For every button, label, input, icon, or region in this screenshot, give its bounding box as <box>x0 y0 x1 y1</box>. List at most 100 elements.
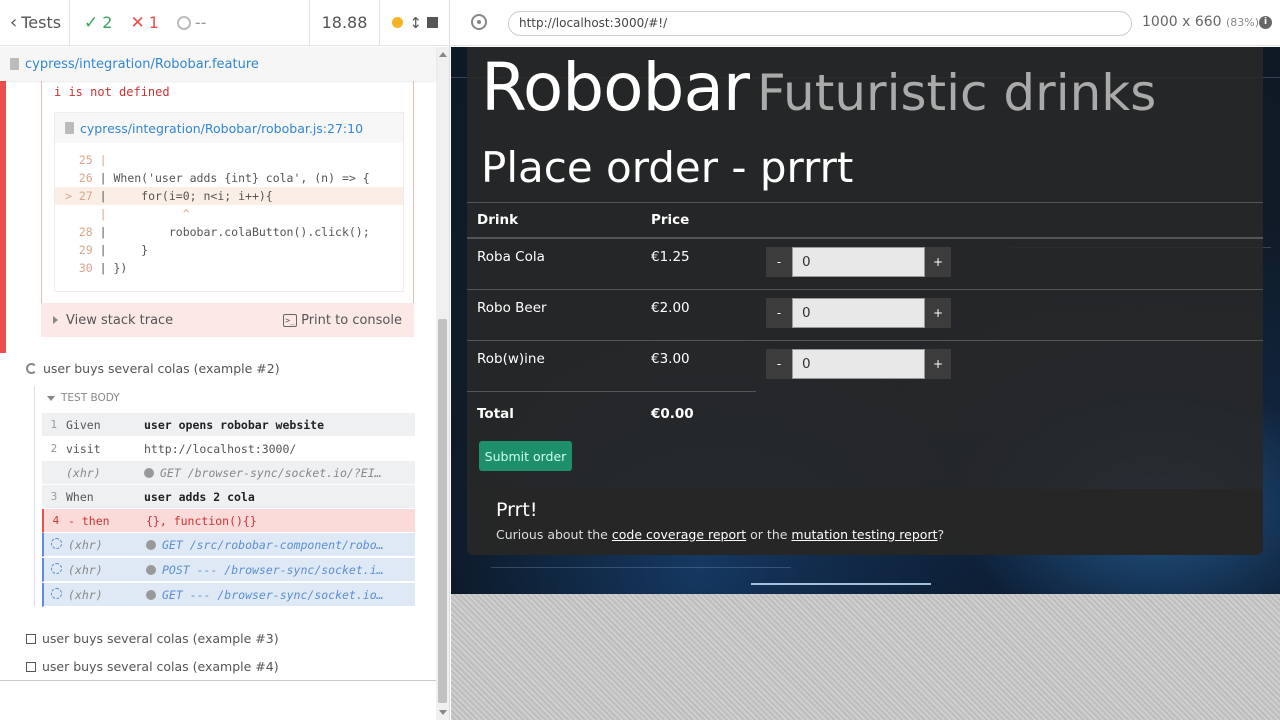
command-row-failed[interactable]: 4 - then {}, function(){} <box>42 509 415 533</box>
status-dot-icon <box>392 17 404 28</box>
command-row-xhr[interactable]: (xhr) GET /browser-sync/socket.io/?EI… <box>42 461 415 485</box>
test-body-toggle[interactable]: TEST BODY <box>47 392 120 404</box>
coverage-report-link[interactable]: code coverage report <box>612 527 746 542</box>
command-row-xhr-pending[interactable]: (xhr) POST --- /browser-sync/socket.i… <box>42 558 415 582</box>
mutation-report-link[interactable]: mutation testing report <box>791 527 937 542</box>
code-line: 25 | <box>65 153 114 167</box>
scrollbar-thumb[interactable] <box>438 319 447 703</box>
print-to-console-button[interactable]: >_ Print to console <box>283 313 402 328</box>
scroll-arrows-icon: ↕ <box>409 13 422 32</box>
selector-playground-icon[interactable] <box>471 14 487 30</box>
scroll-up-icon[interactable] <box>439 52 447 57</box>
test-body: TEST BODY 1 Given user opens robobar web… <box>34 386 415 607</box>
footer-text: Curious about the code coverage report o… <box>496 527 945 542</box>
command-row[interactable]: 2 visit http://localhost:3000/ <box>42 437 415 461</box>
scroll-down-icon[interactable] <box>439 710 447 715</box>
stop-icon[interactable] <box>426 17 438 28</box>
reporter-body: i is not defined cypress/integration/Rob… <box>0 81 436 681</box>
quantity-stepper: - 0 + <box>766 348 1262 379</box>
xhr-status-dot-icon <box>146 565 156 575</box>
test-title-pending[interactable]: user buys several colas (example #4) <box>26 659 279 674</box>
tests-button[interactable]: ‹ Tests <box>0 0 70 46</box>
run-duration: 18.88 <box>310 0 380 46</box>
quantity-stepper: - 0 + <box>766 247 1262 277</box>
circuit-line <box>491 567 791 568</box>
col-header-drink: Drink <box>467 203 641 239</box>
pending-spinner-icon <box>50 587 62 599</box>
decrement-button[interactable]: - <box>766 348 792 379</box>
quantity-input[interactable]: 0 <box>792 247 925 277</box>
test-title-pending[interactable]: user buys several colas (example #3) <box>26 631 279 646</box>
reporter-scrollbar[interactable] <box>436 47 449 720</box>
runner-controls: ↕ <box>380 0 449 46</box>
table-row: Rob(w)ine €3.00 - 0 + <box>467 339 1263 391</box>
brand-heading: Robobar Futuristic drinks <box>481 49 1156 126</box>
code-line: 26 | When('user adds {int} cola', (n) =>… <box>65 171 370 185</box>
drink-price: €2.00 <box>641 288 756 340</box>
increment-button[interactable]: + <box>925 348 951 379</box>
spec-file-link[interactable]: cypress/integration/Robobar.feature <box>25 57 259 72</box>
caret-down-icon <box>47 395 55 401</box>
code-line: 28 | robobar.colaButton().click(); <box>65 225 370 239</box>
page-title: Place order - prrrt <box>481 143 854 192</box>
pending-spinner-icon <box>50 562 62 574</box>
tests-label: Tests <box>21 13 62 32</box>
command-row-xhr-pending[interactable]: (xhr) GET --- /browser-sync/socket.io… <box>42 583 415 607</box>
check-icon: ✓ <box>84 12 99 33</box>
drink-name: Roba Cola <box>467 237 641 289</box>
spec-file-bar[interactable]: cypress/integration/Robobar.feature <box>0 47 436 81</box>
quantity-stepper: - 0 + <box>766 297 1262 328</box>
xhr-status-dot-icon <box>144 468 154 478</box>
code-lines: 25 | 26 | When('user adds {int} cola', (… <box>55 143 403 277</box>
code-file-link[interactable]: cypress/integration/Robobar/robobar.js:2… <box>80 121 363 136</box>
view-stack-trace-toggle[interactable]: View stack trace <box>53 313 173 328</box>
failed-count: ✕ 1 <box>130 12 159 33</box>
code-frame-file[interactable]: cypress/integration/Robobar/robobar.js:2… <box>55 113 403 143</box>
drinks-table: Drink Price Roba Cola €1.25 - 0 + Robo B… <box>467 203 1263 436</box>
failure-indicator <box>0 81 6 353</box>
table-row: Roba Cola €1.25 - 0 + <box>467 237 1263 289</box>
terminal-icon: >_ <box>283 313 298 327</box>
code-line: 30 | }) <box>65 261 128 275</box>
test-title-running[interactable]: user buys several colas (example #2) <box>26 361 280 376</box>
passed-count: ✓ 2 <box>84 12 113 33</box>
drink-name: Robo Beer <box>467 288 641 340</box>
aut-url[interactable]: http://localhost:3000/#!/ <box>508 11 1132 36</box>
quantity-input[interactable]: 0 <box>792 348 925 379</box>
command-row-xhr-pending[interactable]: (xhr) GET /src/robobar-component/robo… <box>42 533 415 557</box>
aut-empty-area <box>451 594 1280 720</box>
error-message: i is not defined <box>54 85 170 99</box>
app-preview: Robobar Futuristic drinks Place order - p… <box>451 47 1280 594</box>
decrement-button[interactable]: - <box>766 297 792 328</box>
reporter-header: ‹ Tests ✓ 2 ✕ 1 -- 18.88 ↕ <box>0 0 449 46</box>
caret-right-icon <box>53 316 58 324</box>
drink-name: Rob(w)ine <box>467 339 641 391</box>
submit-order-button[interactable]: Submit order <box>479 441 572 471</box>
code-line: | ^ <box>99 207 190 221</box>
reporter-divider <box>0 680 436 681</box>
brand-tagline: Futuristic drinks <box>757 64 1157 122</box>
pending-square-icon <box>26 661 36 672</box>
pending-square-icon <box>26 633 36 644</box>
pending-count: -- <box>176 13 206 32</box>
increment-button[interactable]: + <box>925 247 951 277</box>
total-label: Total <box>467 390 641 436</box>
auto-scroll-toggle[interactable]: ↕ <box>392 14 422 32</box>
chevron-left-icon: ‹ <box>10 12 18 33</box>
code-line-highlighted: > 27 | for(i=0; n<i; i++){ <box>55 187 403 205</box>
code-line: 29 | } <box>65 243 149 257</box>
pending-spinner-icon <box>50 537 62 549</box>
file-icon <box>65 122 74 134</box>
quantity-input[interactable]: 0 <box>792 297 925 328</box>
decrement-button[interactable]: - <box>766 247 792 277</box>
cross-icon: ✕ <box>130 12 145 33</box>
col-header-qty <box>756 203 1263 239</box>
increment-button[interactable]: + <box>925 297 951 328</box>
info-icon[interactable]: i <box>1259 16 1272 29</box>
viewport-size: 1000 x 660 (83%) <box>1142 14 1260 30</box>
running-spinner-icon <box>26 363 37 374</box>
circuit-line <box>751 583 931 585</box>
command-row[interactable]: 1 Given user opens robobar website <box>42 413 415 437</box>
command-row[interactable]: 3 When user adds 2 cola <box>42 485 415 509</box>
footer-title: Prrt! <box>496 499 538 521</box>
